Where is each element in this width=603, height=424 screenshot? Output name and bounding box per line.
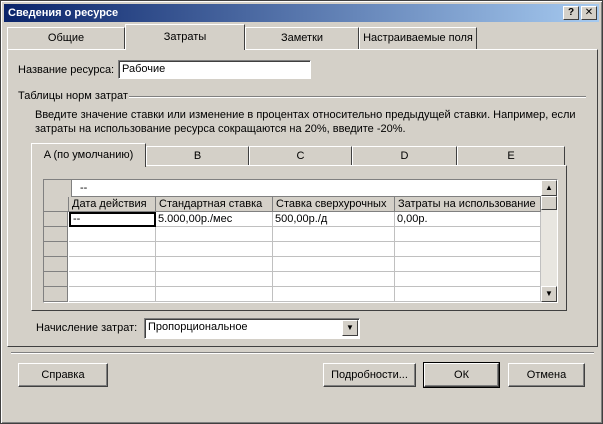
tab-notes[interactable]: Заметки	[245, 27, 359, 49]
tab-general[interactable]: Общие	[7, 27, 125, 49]
tab-costs[interactable]: Затраты	[125, 24, 245, 50]
title-bar: Сведения о ресурсе ? ✕	[4, 4, 599, 22]
ok-button[interactable]: ОК	[423, 362, 500, 388]
window-title: Сведения о ресурсе	[8, 7, 119, 19]
tab-custom-fields[interactable]: Настраиваемые поля	[359, 27, 477, 49]
resource-info-dialog: Сведения о ресурсе ? ✕ Общие Затраты Зам…	[0, 0, 603, 424]
help-button[interactable]: Справка	[18, 363, 108, 387]
help-icon[interactable]: ?	[563, 6, 579, 20]
close-icon[interactable]: ✕	[581, 6, 597, 20]
cancel-button[interactable]: Отмена	[508, 363, 585, 387]
button-divider	[11, 352, 594, 354]
rate-tab-a[interactable]: A (по умолчанию)	[31, 143, 146, 167]
details-button[interactable]: Подробности...	[323, 363, 416, 387]
costs-tab-panel	[7, 49, 598, 347]
